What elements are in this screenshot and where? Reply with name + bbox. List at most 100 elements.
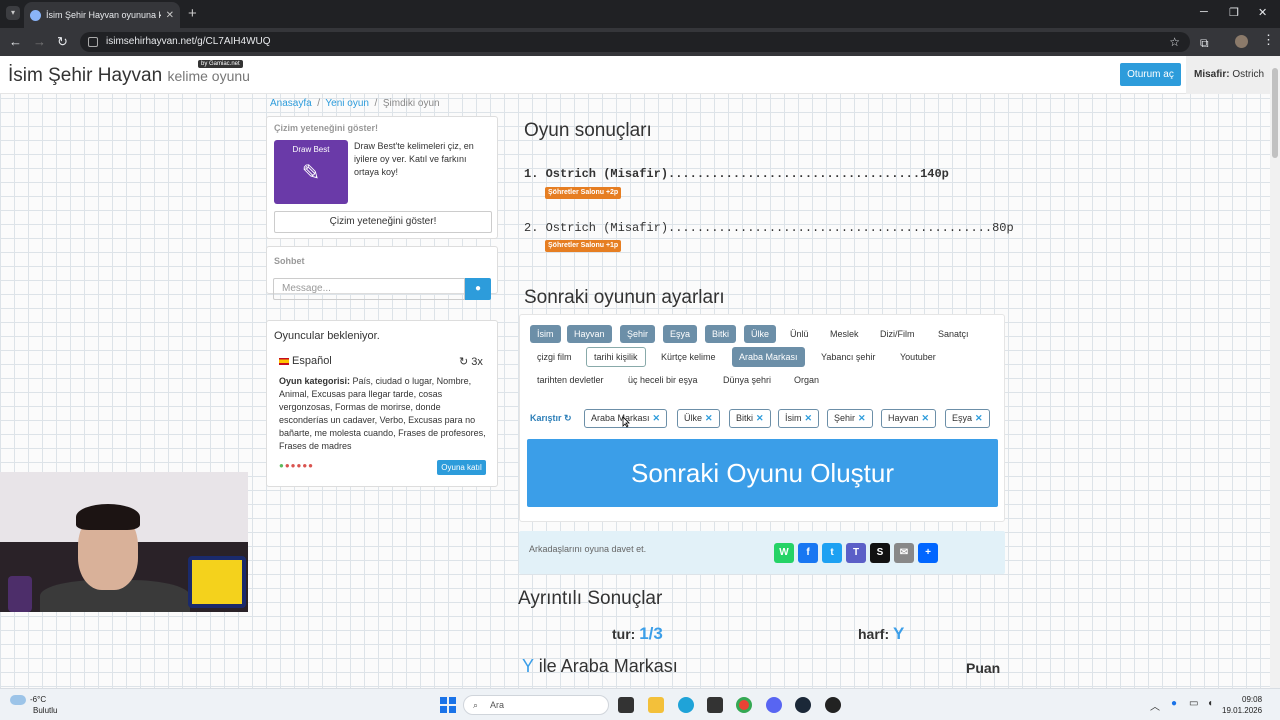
- site-logo[interactable]: İsim Şehir Hayvan kelime oyunu: [8, 65, 250, 87]
- category-hayvan[interactable]: Hayvan: [567, 325, 612, 343]
- category-sanatci[interactable]: Sanatçı: [931, 325, 976, 343]
- category-dizi-film[interactable]: Dizi/Film: [873, 325, 922, 343]
- category-meslek[interactable]: Meslek: [823, 325, 866, 343]
- chrome-icon[interactable]: [736, 697, 752, 713]
- breadcrumb-new-game[interactable]: Yeni oyun: [325, 98, 369, 109]
- category-sehir[interactable]: Şehir: [620, 325, 656, 343]
- menu-kebab-icon[interactable]: ⋮: [1262, 32, 1275, 48]
- remove-chip-icon[interactable]: ✕: [653, 413, 661, 423]
- create-next-game-button[interactable]: Sonraki Oyunu Oluştur: [527, 439, 998, 507]
- app-icon[interactable]: [825, 697, 841, 713]
- close-window-icon[interactable]: ✕: [1258, 6, 1267, 19]
- category-uc-heceli-esya[interactable]: üç heceli bir eşya: [621, 371, 705, 389]
- category-kurtce-kelime[interactable]: Kürtçe kelime: [654, 348, 723, 366]
- scrollbar-thumb[interactable]: [1272, 68, 1278, 158]
- hall-of-fame-badge-2: Şöhretler Salonu +1p: [545, 240, 622, 252]
- store-icon[interactable]: [707, 697, 723, 713]
- selected-chip[interactable]: İsim ✕: [778, 409, 820, 428]
- category-unlu[interactable]: Ünlü: [783, 325, 816, 343]
- page-scrollbar[interactable]: [1270, 56, 1280, 688]
- letter-value: Y: [893, 624, 905, 643]
- url-input[interactable]: isimsehirhayvan.net/g/CL7AIH4WUQ ☆: [80, 32, 1190, 52]
- remove-chip-icon[interactable]: ✕: [975, 413, 983, 423]
- selected-chip[interactable]: Bitki ✕: [729, 409, 771, 428]
- category-youtuber[interactable]: Youtuber: [893, 348, 943, 366]
- teams-icon[interactable]: T: [846, 543, 866, 563]
- weather-widget[interactable]: -6°C Bulutlu: [10, 694, 57, 716]
- profile-avatar[interactable]: [1235, 35, 1248, 48]
- category-isim[interactable]: İsim: [530, 325, 561, 343]
- spain-flag-icon: [279, 357, 289, 365]
- new-tab-icon[interactable]: +: [188, 5, 197, 22]
- browser-tab[interactable]: İsim Şehir Hayvan oyununa katıl ✕: [24, 2, 180, 28]
- remove-chip-icon[interactable]: ✕: [756, 413, 764, 423]
- category-esya[interactable]: Eşya: [663, 325, 698, 343]
- file-explorer-icon[interactable]: [648, 697, 664, 713]
- windows-start-icon[interactable]: [440, 697, 456, 713]
- close-tab-icon[interactable]: ✕: [166, 10, 174, 21]
- category-ulke[interactable]: Ülke: [744, 325, 777, 343]
- selected-chip[interactable]: Ülke ✕: [677, 409, 720, 428]
- category-bitki[interactable]: Bitki: [705, 325, 737, 343]
- tab-search-icon[interactable]: ▾: [6, 6, 20, 20]
- email-icon[interactable]: ✉: [894, 543, 914, 563]
- edge-icon[interactable]: [678, 697, 694, 713]
- reload-icon[interactable]: ↻: [57, 34, 68, 50]
- task-view-icon[interactable]: [618, 697, 634, 713]
- whatsapp-icon[interactable]: W: [774, 543, 794, 563]
- clock-date: 19.01.2026: [1222, 706, 1263, 715]
- windows-taskbar: -6°C Bulutlu ⌕ Ara ︿ ● ▭ ◖ 09:08 19.01.202…: [0, 688, 1280, 720]
- category-tarihten-devletler[interactable]: tarihten devletler: [530, 371, 611, 389]
- selected-chip[interactable]: Şehir ✕: [827, 409, 873, 428]
- shuffle-button[interactable]: Karıştır ↻: [530, 413, 572, 424]
- snapchat-icon[interactable]: S: [870, 543, 890, 563]
- category-yabanci-sehir[interactable]: Yabancı şehir: [814, 348, 882, 366]
- remove-chip-icon[interactable]: ✕: [705, 413, 713, 423]
- guest-name: Ostrich: [1232, 69, 1265, 80]
- steam-icon[interactable]: [795, 697, 811, 713]
- selected-chip[interactable]: Eşya ✕: [945, 409, 990, 428]
- facebook-icon[interactable]: f: [798, 543, 818, 563]
- remove-chip-icon[interactable]: ✕: [858, 413, 866, 423]
- rounds-count: ↻ 3x: [459, 355, 483, 368]
- category-cizgi-film[interactable]: çizgi film: [530, 348, 579, 366]
- volume-icon[interactable]: ◖: [1207, 698, 1213, 709]
- selected-chip[interactable]: Hayvan ✕: [881, 409, 937, 428]
- search-label: Ara: [490, 700, 505, 710]
- remove-chip-icon[interactable]: ✕: [922, 413, 930, 423]
- breadcrumb-home[interactable]: Anasayfa: [270, 98, 312, 109]
- share-plus-icon[interactable]: +: [918, 543, 938, 563]
- category-organ[interactable]: Organ: [787, 371, 826, 389]
- forward-icon[interactable]: →: [33, 34, 46, 49]
- remove-chip-icon[interactable]: ✕: [805, 413, 813, 423]
- players-title: Oyuncular bekleniyor.: [274, 330, 380, 342]
- bookmark-star-icon[interactable]: ☆: [1169, 32, 1180, 52]
- category-heading-text: ile Araba Markası: [533, 656, 678, 676]
- twitter-icon[interactable]: t: [822, 543, 842, 563]
- join-game-button[interactable]: Oyuna katıl: [437, 460, 486, 475]
- category-dunya-sehri[interactable]: Dünya şehri: [716, 371, 778, 389]
- guest-user[interactable]: Misafir: Ostrich: [1186, 56, 1270, 94]
- chip-label: Eşya: [952, 413, 973, 423]
- discord-icon[interactable]: [766, 697, 782, 713]
- draw-best-image[interactable]: Draw Best ✎: [274, 140, 348, 204]
- system-clock[interactable]: 09:08 19.01.2026: [1222, 694, 1262, 716]
- microphone-icon[interactable]: ●: [1171, 698, 1177, 709]
- chat-send-button[interactable]: ●: [465, 278, 491, 300]
- draw-best-button[interactable]: Çizim yeteneğini göster!: [274, 211, 492, 233]
- next-game-settings: İsim Hayvan Şehir Eşya Bitki Ülke Ünlü M…: [519, 314, 1005, 522]
- login-button[interactable]: Oturum aç: [1120, 63, 1181, 86]
- round-indicator: tur: 1/3: [612, 624, 663, 644]
- chat-message-input[interactable]: Message...: [273, 278, 465, 300]
- network-icon[interactable]: ▭: [1189, 698, 1198, 709]
- minimize-icon[interactable]: ─: [1200, 6, 1208, 18]
- category-tarihi-kisilik[interactable]: tarihi kişilik: [586, 347, 646, 367]
- site-info-icon[interactable]: [88, 37, 98, 47]
- extensions-icon[interactable]: ⧉: [1200, 36, 1209, 51]
- taskbar-search[interactable]: ⌕ Ara: [463, 695, 609, 715]
- maximize-icon[interactable]: ❐: [1229, 6, 1239, 19]
- category-araba-markasi[interactable]: Araba Markası: [732, 347, 805, 367]
- tray-chevron-icon[interactable]: ︿: [1150, 698, 1160, 713]
- back-icon[interactable]: ←: [9, 34, 22, 49]
- webcam-rgb-light: [8, 576, 32, 612]
